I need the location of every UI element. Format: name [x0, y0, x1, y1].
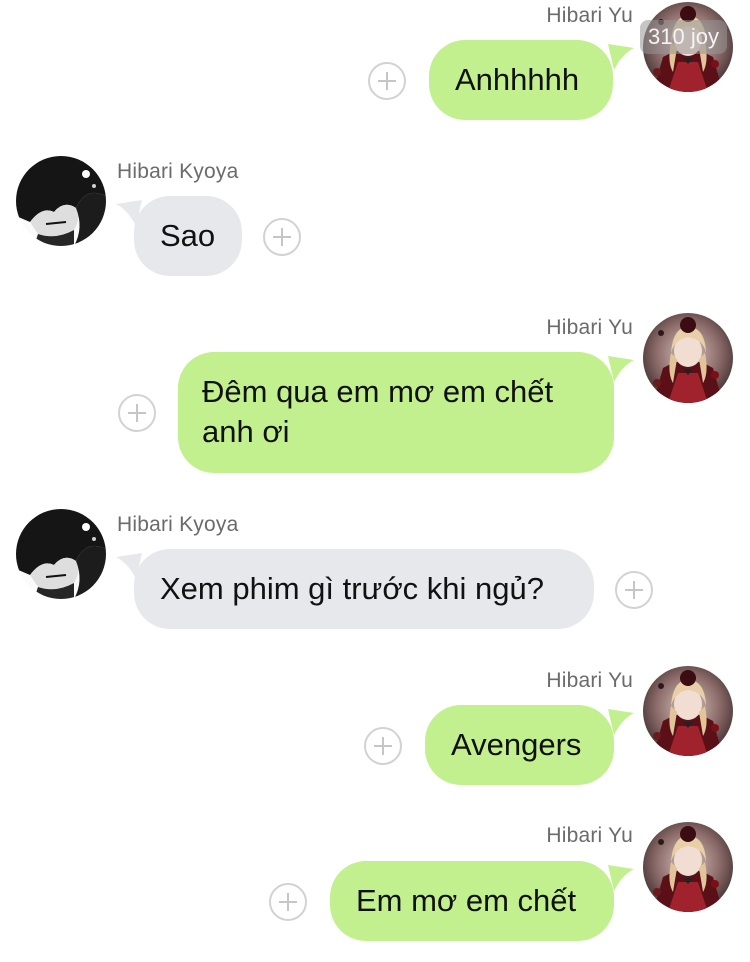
bubble-tail [608, 709, 634, 735]
bubble-tail [608, 865, 634, 891]
add-reaction-button[interactable] [615, 571, 653, 609]
message-bubble[interactable]: Anhhhhh [429, 40, 613, 120]
message-text: Xem phim gì trước khi ngủ? [160, 571, 544, 606]
add-reaction-button[interactable] [263, 218, 301, 256]
chat-thread: Hibari Yu Anhhhhh Hibari Kyoya Sao Hibar… [0, 0, 750, 962]
add-reaction-button[interactable] [368, 62, 406, 100]
red-dress-girl-avatar[interactable] [643, 666, 733, 756]
message-text: Đêm qua em mơ em chết anh ơi [202, 374, 554, 449]
bubble-tail [608, 44, 634, 70]
message-bubble[interactable]: Avengers [425, 705, 614, 785]
red-dress-girl-avatar[interactable] [643, 313, 733, 403]
message-text: Anhhhhh [455, 62, 580, 97]
add-reaction-button[interactable] [269, 883, 307, 921]
sender-name: Hibari Yu [546, 669, 633, 692]
red-dress-girl-avatar[interactable] [643, 822, 733, 912]
add-reaction-button[interactable] [364, 727, 402, 765]
message-bubble[interactable]: Đêm qua em mơ em chết anh ơi [178, 352, 614, 473]
watermark-label: 310 joy [640, 20, 727, 54]
sender-name: Hibari Yu [546, 316, 633, 339]
dark-haired-boy-avatar[interactable] [16, 509, 106, 599]
message-text: Sao [160, 218, 216, 253]
message-bubble[interactable]: Xem phim gì trước khi ngủ? [134, 549, 594, 629]
sender-name: Hibari Yu [546, 4, 633, 27]
message-bubble[interactable]: Sao [134, 196, 242, 276]
sender-name: Hibari Kyoya [117, 513, 239, 536]
add-reaction-button[interactable] [118, 394, 156, 432]
sender-name: Hibari Kyoya [117, 160, 239, 183]
message-text: Em mơ em chết [356, 883, 577, 918]
bubble-tail [608, 356, 634, 382]
sender-name: Hibari Yu [546, 824, 633, 847]
dark-haired-boy-avatar[interactable] [16, 156, 106, 246]
message-bubble[interactable]: Em mơ em chết [330, 861, 614, 941]
message-text: Avengers [451, 727, 582, 762]
